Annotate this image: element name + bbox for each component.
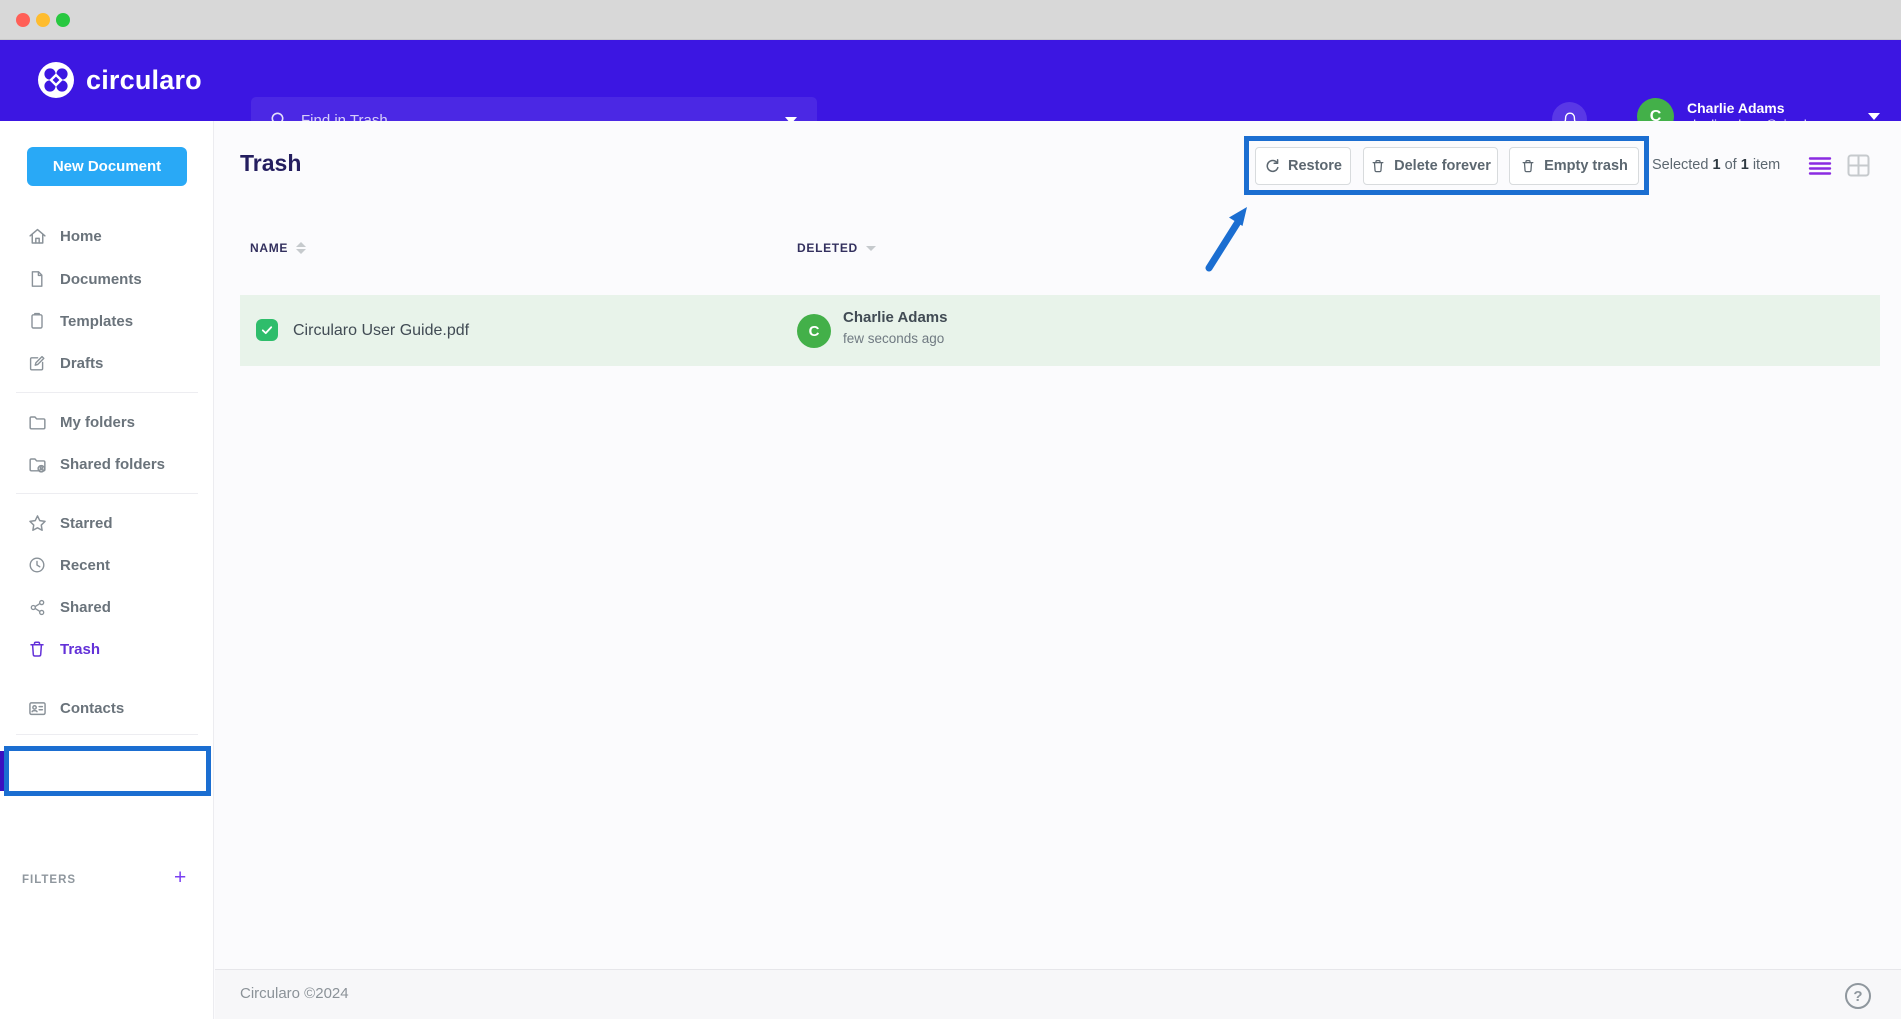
edit-icon bbox=[26, 352, 48, 374]
window-minimize-button[interactable] bbox=[36, 13, 50, 27]
folder-icon bbox=[26, 411, 48, 433]
clock-icon bbox=[26, 554, 48, 576]
home-icon bbox=[26, 225, 48, 247]
help-button[interactable]: ? bbox=[1845, 983, 1871, 1009]
sidebar-divider bbox=[16, 734, 198, 735]
app-window: circularo C Charlie Adam bbox=[0, 0, 1901, 1019]
sidebar-item-templates[interactable]: Templates bbox=[0, 301, 214, 341]
row-file-name[interactable]: Circularo User Guide.pdf bbox=[293, 322, 469, 340]
annotation-highlight-trash bbox=[4, 746, 211, 796]
selection-count: 1 bbox=[1712, 157, 1720, 173]
delete-forever-button[interactable]: Delete forever bbox=[1363, 147, 1498, 185]
new-document-button[interactable]: New Document bbox=[27, 147, 187, 186]
window-titlebar bbox=[0, 0, 1901, 40]
sidebar-item-label: Documents bbox=[60, 271, 142, 288]
sidebar-item-label: Contacts bbox=[60, 700, 124, 717]
trash-icon bbox=[1520, 158, 1536, 174]
sidebar-divider bbox=[16, 392, 198, 393]
restore-icon bbox=[1264, 158, 1280, 174]
shared-folder-icon bbox=[26, 453, 48, 475]
sort-desc-icon bbox=[866, 246, 876, 251]
trash-icon bbox=[1370, 158, 1386, 174]
sidebar-item-label: Recent bbox=[60, 557, 110, 574]
sidebar-item-drafts[interactable]: Drafts bbox=[0, 343, 214, 383]
selection-total: 1 bbox=[1741, 157, 1749, 173]
sidebar-item-recent[interactable]: Recent bbox=[0, 545, 214, 585]
add-filter-button[interactable]: + bbox=[174, 866, 186, 890]
app-header: circularo C Charlie Adam bbox=[0, 40, 1901, 121]
window-maximize-button[interactable] bbox=[56, 13, 70, 27]
user-name: Charlie Adams bbox=[1687, 100, 1852, 117]
sidebar-item-label: My folders bbox=[60, 414, 135, 431]
selection-prefix: Selected bbox=[1652, 157, 1708, 173]
sort-icon bbox=[296, 242, 306, 254]
list-view-icon bbox=[1807, 155, 1833, 177]
sidebar-item-label: Templates bbox=[60, 313, 133, 330]
app-logo-text: circularo bbox=[86, 65, 202, 96]
circularo-logo-icon bbox=[36, 60, 76, 100]
annotation-arrow bbox=[1195, 198, 1259, 280]
sidebar-item-shared[interactable]: Shared bbox=[0, 587, 214, 627]
sidebar-item-label: Starred bbox=[60, 515, 113, 532]
sidebar-divider bbox=[16, 493, 198, 494]
share-icon bbox=[26, 596, 48, 618]
sidebar-item-documents[interactable]: Documents bbox=[0, 259, 214, 299]
filters-label: FILTERS bbox=[22, 874, 76, 886]
empty-trash-button[interactable]: Empty trash bbox=[1509, 147, 1639, 185]
sidebar-item-trash[interactable]: Trash bbox=[0, 629, 214, 669]
column-deleted-label: DELETED bbox=[797, 241, 858, 255]
footer-copyright: Circularo ©2024 bbox=[240, 985, 349, 1002]
delete-forever-label: Delete forever bbox=[1394, 158, 1491, 174]
sidebar: New Document Home Documents bbox=[0, 121, 214, 1019]
grid-view-button[interactable] bbox=[1843, 151, 1873, 179]
column-header-deleted[interactable]: DELETED bbox=[797, 241, 876, 255]
list-view-button[interactable] bbox=[1805, 152, 1835, 180]
empty-trash-label: Empty trash bbox=[1544, 158, 1628, 174]
sidebar-item-contacts[interactable]: Contacts bbox=[0, 688, 214, 728]
selection-of: of bbox=[1725, 157, 1737, 173]
trash-icon bbox=[26, 638, 48, 660]
page-title: Trash bbox=[240, 150, 301, 177]
row-user-avatar: C bbox=[797, 314, 831, 348]
row-deleted-when: few seconds ago bbox=[843, 331, 944, 346]
grid-view-icon bbox=[1846, 153, 1871, 178]
filters-section: FILTERS + bbox=[0, 866, 214, 896]
sidebar-item-label: Home bbox=[60, 228, 102, 245]
template-icon bbox=[26, 310, 48, 332]
restore-label: Restore bbox=[1288, 158, 1342, 174]
check-icon bbox=[260, 323, 274, 337]
row-deleted-by: Charlie Adams bbox=[843, 309, 947, 326]
table-row[interactable]: Circularo User Guide.pdf C Charlie Adams… bbox=[240, 295, 1880, 366]
footer: Circularo ©2024 ? bbox=[215, 969, 1901, 1019]
sidebar-item-shared-folders[interactable]: Shared folders bbox=[0, 444, 214, 484]
sidebar-item-label: Trash bbox=[60, 641, 100, 658]
sidebar-item-home[interactable]: Home bbox=[0, 216, 214, 256]
app-logo[interactable]: circularo bbox=[36, 60, 202, 100]
main-content: Trash Restore Delete forever bbox=[215, 121, 1901, 1019]
user-menu-caret-icon bbox=[1868, 113, 1880, 120]
window-close-button[interactable] bbox=[16, 13, 30, 27]
column-header-name[interactable]: NAME bbox=[250, 241, 306, 255]
sidebar-item-label: Shared folders bbox=[60, 456, 165, 473]
sidebar-item-starred[interactable]: Starred bbox=[0, 503, 214, 543]
row-checkbox[interactable] bbox=[256, 319, 278, 341]
active-item-indicator bbox=[0, 751, 6, 791]
column-name-label: NAME bbox=[250, 241, 288, 255]
document-icon bbox=[26, 268, 48, 290]
selection-summary: Selected 1 of 1 item bbox=[1652, 157, 1780, 173]
sidebar-item-my-folders[interactable]: My folders bbox=[0, 402, 214, 442]
contacts-icon bbox=[26, 697, 48, 719]
star-icon bbox=[26, 512, 48, 534]
selection-suffix: item bbox=[1753, 157, 1780, 173]
restore-button[interactable]: Restore bbox=[1255, 147, 1351, 185]
sidebar-item-label: Drafts bbox=[60, 355, 103, 372]
sidebar-item-label: Shared bbox=[60, 599, 111, 616]
